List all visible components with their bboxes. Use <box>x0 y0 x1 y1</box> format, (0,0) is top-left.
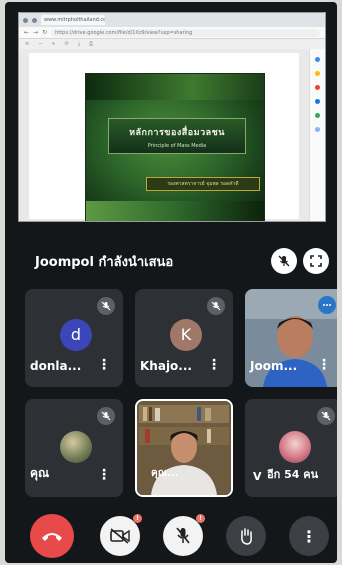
participant-tile[interactable]: K Khajo... ⋮ <box>135 289 233 387</box>
mic-off-icon <box>176 527 190 544</box>
browser-tab-bar: www.mitrpholthailand.com/MitrPholMedia..… <box>19 13 325 27</box>
participant-name: คุณ <box>30 466 50 480</box>
hand-icon <box>241 528 252 545</box>
keep-icon[interactable] <box>315 71 320 76</box>
more-options-button[interactable]: ⋮ <box>289 516 329 556</box>
print-icon[interactable]: ⎙ <box>89 39 93 49</box>
avatar <box>60 431 92 463</box>
participant-name: Joom... <box>250 359 298 373</box>
slide-decoration <box>86 201 264 221</box>
slide-subtitle: Principle of Mass Media <box>147 143 207 149</box>
slide-title: หลักการของสื่อมวลชน <box>129 128 225 138</box>
window-control-icon <box>32 17 37 23</box>
alert-badge: ! <box>196 514 205 523</box>
others-count-label[interactable]: อีก 54 คน <box>267 465 318 483</box>
document-area: หลักการของสื่อมวลชน Principle of Mass Me… <box>19 49 311 221</box>
participant-name: donla... <box>30 359 82 373</box>
end-call-button[interactable] <box>30 514 74 558</box>
maps-icon[interactable] <box>315 113 320 118</box>
meet-screen: www.mitrpholthailand.com/MitrPholMedia..… <box>5 2 337 563</box>
window-control-icon <box>23 17 28 23</box>
camera-toggle-button[interactable]: ! <box>100 514 142 556</box>
side-toolbar <box>309 49 325 221</box>
participant-tile[interactable]: V อีก 54 คน <box>245 399 337 497</box>
fullscreen-button[interactable] <box>303 248 329 274</box>
more-options-icon[interactable]: ⋮ <box>317 357 331 373</box>
mute-presentation-button[interactable] <box>271 248 297 274</box>
mic-off-icon <box>317 407 335 425</box>
zoom-in-icon[interactable]: + <box>51 39 55 49</box>
calendar-icon[interactable] <box>315 57 320 62</box>
mic-off-icon <box>97 407 115 425</box>
participant-tile[interactable]: d donla... ⋮ <box>25 289 123 387</box>
zoom-out-icon[interactable]: − <box>38 39 42 49</box>
slide-decoration <box>86 74 264 100</box>
add-app-icon[interactable] <box>315 127 320 132</box>
alert-badge: ! <box>133 514 142 523</box>
self-view-tile[interactable]: คุณ... <box>135 399 233 497</box>
hang-up-icon <box>42 533 62 541</box>
tasks-icon[interactable] <box>315 85 320 90</box>
avatar: d <box>60 319 92 351</box>
download-icon[interactable]: ⤓ <box>78 39 80 49</box>
fullscreen-icon <box>310 255 322 267</box>
presentation-slide: หลักการของสื่อมวลชน Principle of Mass Me… <box>85 73 265 221</box>
speaking-indicator <box>318 296 336 314</box>
rotate-icon[interactable]: ⟳ <box>65 39 69 49</box>
mic-off-icon <box>278 255 290 267</box>
avatar <box>279 431 311 463</box>
more-options-icon[interactable]: ⋮ <box>97 357 111 373</box>
contacts-icon[interactable] <box>315 99 320 104</box>
back-icon[interactable]: ← <box>24 27 29 39</box>
participant-name: V <box>253 470 262 483</box>
forward-icon[interactable]: → <box>33 27 38 39</box>
menu-icon[interactable]: ≡ <box>25 39 29 49</box>
mic-toggle-button[interactable]: ! <box>163 514 205 556</box>
address-bar: ← → ↻ https://drive.google.com/file/d/1X… <box>19 27 325 39</box>
participant-tile[interactable]: Joom... ⋮ <box>245 289 337 387</box>
raise-hand-button[interactable] <box>226 516 266 556</box>
presenter-label: Joompol กำลังนำเสนอ <box>35 255 174 270</box>
slide-title-box: หลักการของสื่อมวลชน Principle of Mass Me… <box>108 118 246 154</box>
participant-tile[interactable]: คุณ ⋮ <box>25 399 123 497</box>
camera-off-icon <box>110 528 130 544</box>
url-field[interactable]: https://drive.google.com/file/d/1Xz9/vie… <box>51 28 320 37</box>
mic-off-icon <box>97 297 115 315</box>
more-options-icon[interactable]: ⋮ <box>207 357 221 373</box>
participant-name: คุณ... <box>151 468 179 479</box>
reload-icon[interactable]: ↻ <box>42 27 47 39</box>
viewer-toolbar: ≡ − + ⟳ ⤓ ⎙ <box>19 39 325 49</box>
mic-off-icon <box>207 297 225 315</box>
shared-screen[interactable]: www.mitrpholthailand.com/MitrPholMedia..… <box>18 12 326 222</box>
slide-author: รองศาสตราจารย์ จุมพล รอดคำดี <box>146 177 260 191</box>
participant-name: Khajo... <box>140 359 192 373</box>
more-options-icon[interactable]: ⋮ <box>97 467 111 483</box>
browser-tab[interactable]: www.mitrpholthailand.com/MitrPholMedia..… <box>41 15 105 25</box>
avatar: K <box>170 319 202 351</box>
more-vert-icon: ⋮ <box>301 526 317 546</box>
